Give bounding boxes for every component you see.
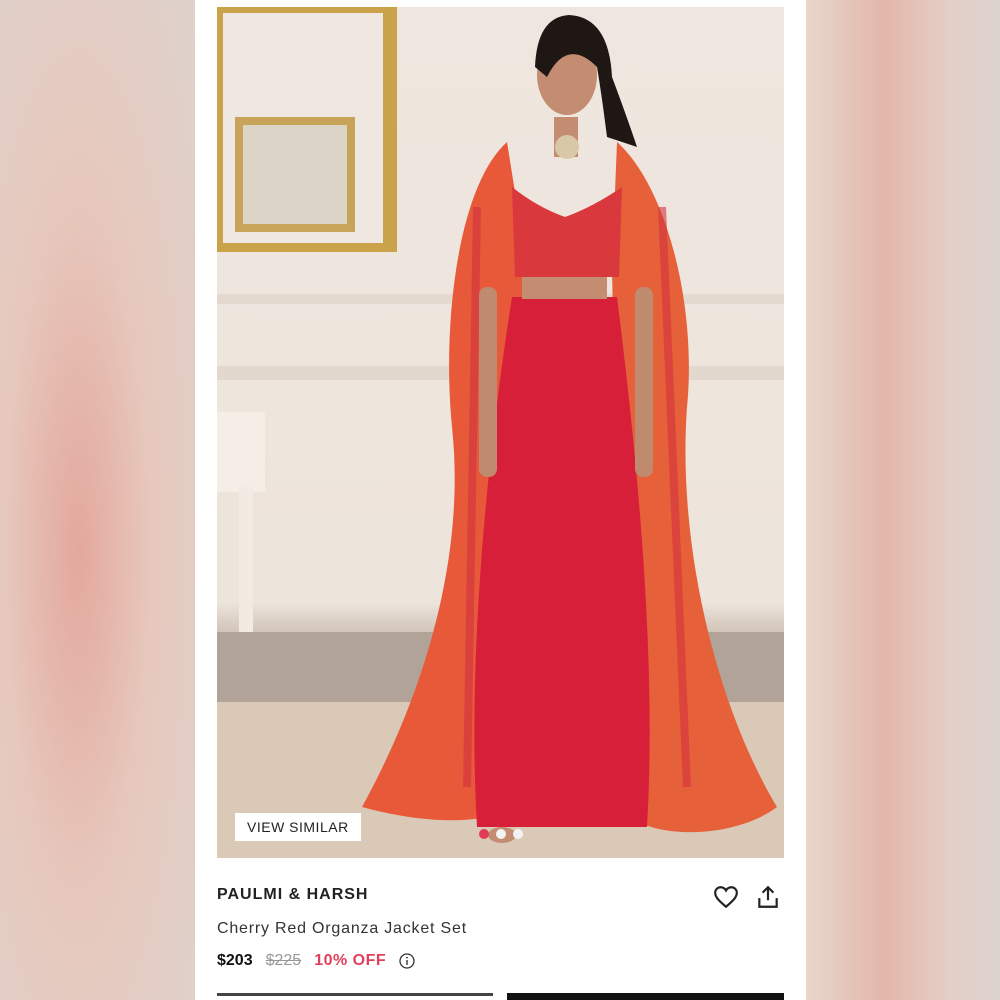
heart-icon[interactable]	[713, 884, 739, 910]
product-illustration	[217, 7, 784, 858]
carousel-dot[interactable]	[513, 829, 523, 839]
product-image[interactable]: VIEW SIMILAR	[217, 7, 784, 858]
selling-price: $203	[217, 952, 253, 969]
share-icon[interactable]	[755, 884, 781, 910]
carousel-dots	[479, 829, 523, 839]
info-icon[interactable]	[399, 953, 415, 969]
product-title: Cherry Red Organza Jacket Set	[217, 920, 467, 937]
brand-name[interactable]: PAULMI & HARSH	[217, 886, 368, 904]
background-blur-right	[806, 0, 1000, 1000]
price-row: $203 $225 10% OFF	[217, 952, 415, 970]
add-to-bag-button-outline[interactable]	[217, 993, 493, 996]
background-blur-left	[0, 0, 195, 1000]
product-card: VIEW SIMILAR PAULMI & HARSH Cherry Red O…	[195, 0, 806, 1000]
buy-now-button[interactable]	[507, 993, 784, 1000]
view-similar-button[interactable]: VIEW SIMILAR	[235, 813, 361, 841]
discount-badge: 10% OFF	[314, 952, 387, 969]
carousel-dot[interactable]	[479, 829, 489, 839]
original-price: $225	[265, 952, 302, 969]
carousel-dot[interactable]	[496, 829, 506, 839]
